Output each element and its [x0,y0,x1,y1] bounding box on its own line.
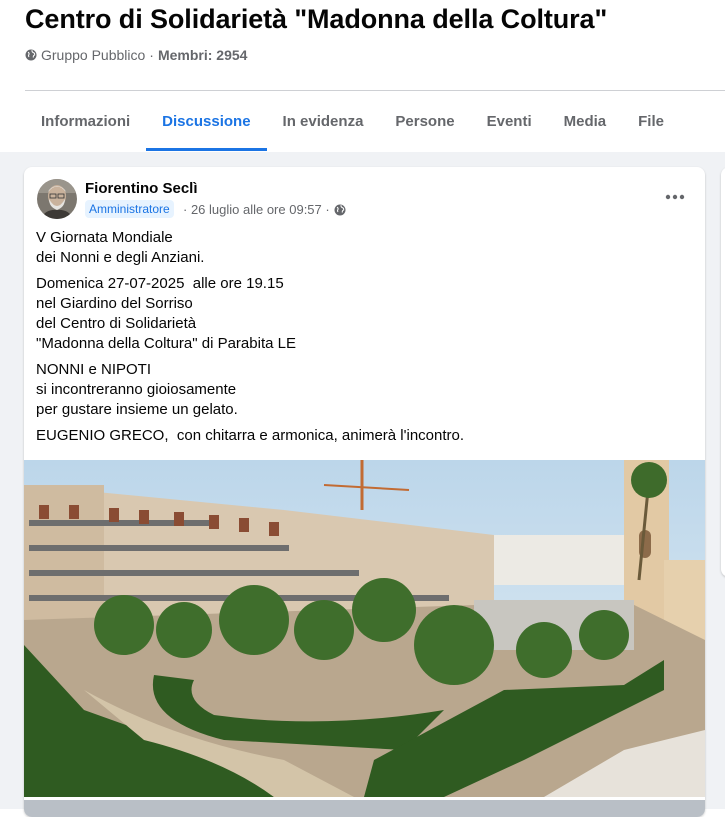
post-line: dei Nonni e degli Anziani. [36,249,205,266]
feed: Fiorentino Seclì Amministratore · 26 lug… [0,152,725,817]
post-card: Fiorentino Seclì Amministratore · 26 lug… [24,167,705,817]
tab-media[interactable]: Media [548,91,623,151]
post-paragraph: Domenica 27-07-2025 alle ore 19.15 nel G… [36,274,686,354]
group-title[interactable]: Centro di Solidarietà "Madonna della Col… [25,4,607,35]
globe-icon [334,204,346,215]
post-photo[interactable] [24,460,705,797]
tab-informazioni[interactable]: Informazioni [25,91,146,151]
post-paragraph: NONNI e NIPOTI si incontreranno gioiosam… [36,360,686,420]
group-header: Centro di Solidarietà "Madonna della Col… [0,0,725,152]
post-text: V Giornata Mondiale dei Nonni e degli An… [36,228,686,452]
tab-persone[interactable]: Persone [379,91,470,151]
avatar[interactable] [37,179,77,219]
globe-icon [25,49,37,61]
post-paragraph: EUGENIO GRECO, con chitarra e armonica, … [36,426,686,446]
tab-file[interactable]: File [622,91,680,151]
more-horizontal-icon [665,194,685,200]
group-tabs: Informazioni Discussione In evidenza Per… [25,91,680,151]
post-author[interactable]: Fiorentino Seclì [85,180,198,197]
admin-badge: Amministratore [85,200,174,218]
post-paragraph: V Giornata Mondiale dei Nonni e degli An… [36,228,686,268]
tab-in-evidenza[interactable]: In evidenza [267,91,380,151]
meta-separator: · [149,47,154,63]
post-line: EUGENIO GRECO, con chitarra e armonica, … [36,427,465,444]
side-card [721,167,725,577]
post-line: del Centro di Solidarietà [36,315,197,332]
post-line: "Madonna della Coltura" di Parabita LE [36,335,296,352]
tab-eventi[interactable]: Eventi [471,91,548,151]
group-members-count[interactable]: Membri: 2954 [158,47,247,63]
post-options-button[interactable] [659,181,691,213]
post-line: nel Giardino del Sorriso [36,295,193,312]
group-privacy: Gruppo Pubblico [41,47,146,63]
post-line: V Giornata Mondiale [36,229,173,246]
post-line: NONNI e NIPOTI [36,361,152,378]
tab-discussione[interactable]: Discussione [146,91,267,151]
post-line: Domenica 27-07-2025 alle ore 19.15 [36,275,284,292]
post-line: per gustare insieme un gelato. [36,401,238,418]
post-meta: · 26 luglio alle ore 09:57 · [183,202,346,217]
group-meta: Gruppo Pubblico · Membri: 2954 [25,47,247,63]
post-line: si incontreranno gioiosamente [36,381,237,398]
post-timestamp[interactable]: · 26 luglio alle ore 09:57 · [183,202,330,217]
